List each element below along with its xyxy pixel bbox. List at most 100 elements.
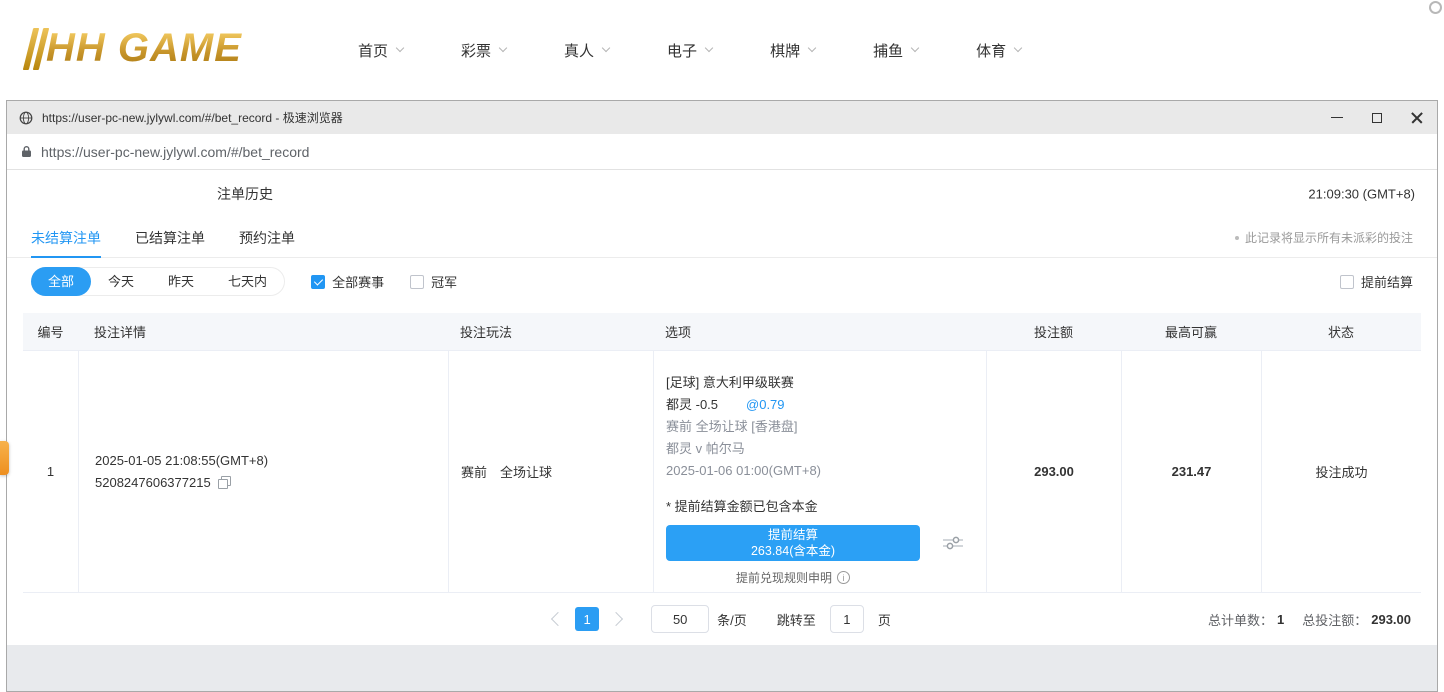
table-header-row: 编号 投注详情 投注玩法 选项 投注额 最高可赢 状态 bbox=[23, 313, 1421, 351]
bet-number: 5208247606377215 bbox=[95, 475, 211, 490]
nav-label: 首页 bbox=[358, 40, 388, 61]
cashout-button-line2: 263.84(含本金) bbox=[751, 543, 835, 559]
nav-item-sports[interactable]: 体育 bbox=[976, 40, 1021, 61]
champion-label: 冠军 bbox=[431, 272, 457, 291]
header-max-win: 最高可赢 bbox=[1121, 313, 1261, 350]
slider-settings-icon[interactable] bbox=[942, 534, 964, 552]
status-text: 投注成功 bbox=[1261, 351, 1421, 592]
totals: 总计单数： 1 总投注额： 293.00 bbox=[1208, 593, 1411, 645]
cashout-button[interactable]: 提前结算 263.84(含本金) bbox=[666, 525, 920, 561]
bet-number-line: 5208247606377215 bbox=[95, 475, 231, 490]
lock-icon bbox=[21, 145, 32, 158]
close-icon bbox=[1411, 112, 1423, 124]
all-events-label: 全部赛事 bbox=[332, 272, 384, 291]
header-status: 状态 bbox=[1261, 313, 1421, 350]
chevron-down-icon bbox=[1014, 44, 1022, 52]
main-nav: 首页 彩票 真人 电子 棋牌 捕鱼 体育 bbox=[358, 0, 1021, 100]
date-filter-yesterday[interactable]: 昨天 bbox=[151, 268, 211, 295]
page-footer-background bbox=[7, 645, 1437, 691]
per-page-label: 条/页 bbox=[717, 610, 747, 629]
table-row: 1 2025-01-05 21:08:55(GMT+8) 52082476063… bbox=[23, 351, 1421, 593]
selection-league: [足球] 意大利甲级联赛 bbox=[666, 372, 794, 394]
browser-addressbar[interactable]: https://user-pc-new.jylywl.com/#/bet_rec… bbox=[7, 134, 1437, 170]
chevron-down-icon bbox=[396, 44, 404, 52]
close-button[interactable] bbox=[1397, 101, 1437, 134]
maximize-icon bbox=[1372, 113, 1382, 123]
cashout-note: * 提前结算金额已包含本金 bbox=[666, 497, 818, 517]
cashout-button-line1: 提前结算 bbox=[768, 527, 818, 543]
page-title: 注单历史 bbox=[217, 184, 273, 204]
minimize-icon bbox=[1331, 117, 1343, 119]
selection-market: 赛前 全场让球 [香港盘] bbox=[666, 416, 797, 438]
header-selection: 选项 bbox=[653, 313, 986, 350]
tabs-row: 未结算注单 已结算注单 预约注单 此记录将显示所有未派彩的投注 bbox=[7, 218, 1437, 258]
page-head: 注单历史 21:09:30 (GMT+8) bbox=[7, 170, 1437, 218]
selection-odds[interactable]: @0.79 bbox=[746, 397, 785, 412]
page-size-input[interactable] bbox=[651, 605, 709, 633]
chevron-down-icon bbox=[911, 44, 919, 52]
tabs-note: 此记录将显示所有未派彩的投注 bbox=[1235, 218, 1413, 257]
tab-unsettled[interactable]: 未结算注单 bbox=[31, 218, 101, 257]
jump-page-input[interactable] bbox=[830, 605, 864, 633]
nav-item-cards[interactable]: 棋牌 bbox=[770, 40, 815, 61]
total-stake-value: 293.00 bbox=[1371, 612, 1411, 627]
early-settle-checkbox[interactable]: 提前结算 bbox=[1340, 272, 1413, 291]
minimize-button[interactable] bbox=[1317, 101, 1357, 134]
header-stake: 投注额 bbox=[986, 313, 1121, 350]
nav-label: 捕鱼 bbox=[873, 40, 903, 61]
cashout-row: 提前结算 263.84(含本金) bbox=[666, 525, 964, 561]
current-time: 21:09:30 (GMT+8) bbox=[1308, 187, 1415, 202]
checkbox-checked-icon bbox=[311, 275, 325, 289]
early-settle-label: 提前结算 bbox=[1361, 272, 1413, 291]
bet-play: 赛前 全场让球 bbox=[448, 351, 653, 592]
floating-side-tag[interactable] bbox=[0, 441, 9, 475]
copy-icon[interactable] bbox=[218, 476, 231, 489]
bullet-icon bbox=[1235, 236, 1239, 240]
maximize-button[interactable] bbox=[1357, 101, 1397, 134]
date-filter-all[interactable]: 全部 bbox=[31, 267, 91, 296]
nav-label: 棋牌 bbox=[770, 40, 800, 61]
corner-circle-icon[interactable] bbox=[1429, 1, 1442, 14]
prev-page-button[interactable] bbox=[551, 612, 565, 626]
date-filter-today[interactable]: 今天 bbox=[91, 268, 151, 295]
nav-item-slots[interactable]: 电子 bbox=[667, 40, 712, 61]
nav-label: 彩票 bbox=[461, 40, 491, 61]
selection-match-time: 2025-01-06 01:00(GMT+8) bbox=[666, 460, 821, 482]
date-filter-7days[interactable]: 七天内 bbox=[211, 268, 284, 295]
bet-id: 1 bbox=[23, 351, 78, 592]
nav-item-fishing[interactable]: 捕鱼 bbox=[873, 40, 918, 61]
selection-pick: 都灵 -0.5 bbox=[666, 397, 718, 412]
bet-time: 2025-01-05 21:08:55(GMT+8) bbox=[95, 453, 268, 468]
chevron-down-icon bbox=[499, 44, 507, 52]
chevron-down-icon bbox=[602, 44, 610, 52]
champion-checkbox[interactable]: 冠军 bbox=[410, 272, 457, 291]
nav-label: 真人 bbox=[564, 40, 594, 61]
checkbox-unchecked-icon bbox=[410, 275, 424, 289]
selection-match: 都灵 v 帕尔马 bbox=[666, 438, 745, 460]
site-logo[interactable]: HH GAME bbox=[28, 26, 242, 71]
header-bet-detail: 投注详情 bbox=[78, 313, 448, 350]
nav-label: 体育 bbox=[976, 40, 1006, 61]
cashout-rule-text: 提前兑现规则申明 bbox=[736, 569, 832, 586]
window-controls bbox=[1317, 101, 1437, 134]
header-id: 编号 bbox=[23, 313, 78, 350]
browser-title: https://user-pc-new.jylywl.com/#/bet_rec… bbox=[42, 109, 343, 126]
total-count-value: 1 bbox=[1277, 612, 1284, 627]
tabs-note-text: 此记录将显示所有未派彩的投注 bbox=[1245, 229, 1413, 246]
cashout-rule-link[interactable]: 提前兑现规则申明 i bbox=[666, 569, 920, 586]
browser-titlebar[interactable]: https://user-pc-new.jylywl.com/#/bet_rec… bbox=[7, 101, 1437, 134]
tab-reserved[interactable]: 预约注单 bbox=[239, 218, 295, 257]
chevron-down-icon bbox=[705, 44, 713, 52]
nav-item-lottery[interactable]: 彩票 bbox=[461, 40, 506, 61]
nav-item-home[interactable]: 首页 bbox=[358, 40, 403, 61]
all-events-checkbox[interactable]: 全部赛事 bbox=[311, 272, 384, 291]
page-number-button[interactable]: 1 bbox=[575, 607, 599, 631]
browser-window: https://user-pc-new.jylywl.com/#/bet_rec… bbox=[6, 100, 1438, 692]
checkbox-unchecked-icon bbox=[1340, 275, 1354, 289]
bet-record-page: 注单历史 21:09:30 (GMT+8) 未结算注单 已结算注单 预约注单 此… bbox=[7, 170, 1437, 691]
pagination-bar: 1 条/页 跳转至 页 总计单数： 1 总投注额： 293.00 bbox=[7, 593, 1437, 645]
tab-settled[interactable]: 已结算注单 bbox=[135, 218, 205, 257]
nav-item-live[interactable]: 真人 bbox=[564, 40, 609, 61]
jump-label: 跳转至 bbox=[777, 610, 816, 629]
next-page-button[interactable] bbox=[609, 612, 623, 626]
